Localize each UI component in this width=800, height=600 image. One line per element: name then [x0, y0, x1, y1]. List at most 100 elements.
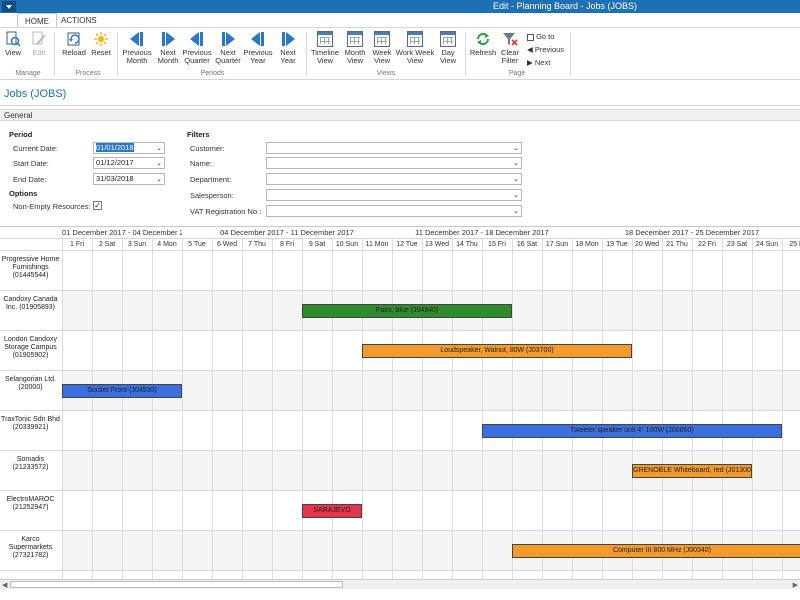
reset-label: Reset	[91, 48, 111, 57]
previous-month-icon	[129, 31, 145, 47]
previous-year-label: Previous Year	[243, 48, 273, 65]
chevron-down-icon[interactable]: ⌄	[513, 144, 519, 154]
day-header: 24 Sun	[755, 241, 779, 248]
section-general[interactable]: General	[0, 109, 800, 121]
refresh-icon	[475, 31, 491, 47]
day-header: 19 Tue	[606, 241, 628, 248]
work-week-view-button[interactable]: Work Week View	[395, 31, 435, 65]
start-date-field[interactable]: 01/12/2017 ⌄	[93, 157, 165, 169]
previous-quarter-button[interactable]: Previous Quarter	[181, 31, 213, 65]
non-empty-resources-checkbox[interactable]: ✓	[93, 201, 102, 210]
chevron-down-icon[interactable]: ⌄	[513, 159, 519, 169]
task-bar[interactable]: Socket Front (J04530)	[62, 384, 182, 398]
day-header: 20 Wed	[635, 241, 659, 248]
department-field[interactable]: ⌄	[266, 173, 522, 185]
next-year-button[interactable]: Next Year	[275, 31, 301, 65]
previous-button[interactable]: ◀ Previous	[527, 45, 564, 54]
go-to-button[interactable]: Go to	[527, 32, 554, 41]
scroll-left-icon[interactable]: ◀	[2, 581, 7, 589]
salesperson-field[interactable]: ⌄	[266, 189, 522, 201]
clear-filter-icon	[502, 31, 518, 47]
edit-icon	[31, 31, 47, 47]
week-view-label: Week View	[372, 48, 392, 65]
chevron-down-icon[interactable]: ⌄	[156, 144, 162, 154]
reset-button[interactable]: Reset	[90, 31, 112, 57]
chevron-down-icon[interactable]: ⌄	[513, 175, 519, 185]
current-date-field[interactable]: 01/01/2018 ⌄	[93, 142, 165, 154]
customer-field[interactable]: ⌄	[266, 142, 522, 154]
end-date-field[interactable]: 31/03/2018 ⌄	[93, 173, 165, 185]
day-view-label: Day View	[439, 48, 457, 65]
resource-label: London Candoxy Storage Campus (01905902)	[4, 336, 57, 359]
view-button[interactable]: View	[3, 31, 23, 57]
task-bar[interactable]: SARAJEVO	[302, 504, 362, 518]
timeline-view-icon	[317, 31, 333, 47]
next-quarter-label: Next Quarter	[215, 48, 241, 65]
resource-label: Karco Supermarkets (27321782)	[8, 536, 53, 559]
resource-label: Progressive Home Furnishings (01445544)	[1, 256, 60, 279]
week-view-button[interactable]: Week View	[369, 31, 395, 65]
chevron-down-icon[interactable]: ⌄	[513, 191, 519, 201]
chevron-down-icon[interactable]: ⌄	[513, 207, 519, 217]
end-date-value: 31/03/2018	[96, 174, 134, 183]
task-bar[interactable]: Paint, blue (J04840)	[302, 304, 512, 318]
ribbon-separator	[570, 32, 571, 76]
scrollbar-thumb[interactable]	[10, 581, 343, 588]
next-label: Next	[534, 58, 551, 67]
timeline-view-button[interactable]: Timeline View	[310, 31, 340, 65]
task-bar[interactable]: Tweeter speaker unit 4" 100W (J00860)	[482, 424, 782, 438]
day-header: 5 Tue	[188, 241, 206, 248]
task-bar[interactable]: GRENOBLE Whiteboard, red (J01300)	[632, 464, 752, 478]
view-label: View	[4, 48, 22, 57]
tab-home[interactable]: HOME	[17, 13, 57, 28]
month-view-button[interactable]: Month View	[341, 31, 369, 65]
next-quarter-button[interactable]: Next Quarter	[213, 31, 243, 65]
edit-button[interactable]: Edit	[29, 31, 49, 57]
resource-label: ElectroMAROC (21252947)	[6, 496, 55, 511]
day-view-icon	[440, 31, 456, 47]
previous-month-button[interactable]: Previous Month	[121, 31, 153, 65]
vat-registration-label: VAT Registration No.:	[190, 207, 262, 216]
day-header: 23 Sat	[726, 241, 748, 248]
day-header: 3 Sun	[127, 241, 147, 248]
resource-label: Selangorian Ltd. (20000)	[5, 376, 56, 391]
reload-button[interactable]: Reload	[61, 31, 87, 57]
salesperson-label: Salesperson:	[190, 191, 234, 200]
month-view-icon	[347, 31, 363, 47]
week-header: 11 December 2017 - 18 December 2017	[415, 228, 549, 237]
planning-board[interactable]: 01 December 2017 - 04 December 2017 04 De…	[0, 226, 800, 579]
chevron-down-icon[interactable]: ⌄	[156, 159, 162, 169]
ribbon-separator	[117, 32, 118, 76]
next-year-label: Next Year	[280, 48, 296, 65]
previous-year-button[interactable]: Previous Year	[243, 31, 273, 65]
next-button[interactable]: ▶ Next	[527, 58, 550, 67]
group-page-label: Page	[508, 70, 526, 77]
task-bar[interactable]: Loudspeaker, Walnut, 80W (J03700)	[362, 344, 632, 358]
non-empty-resources-label: Non-Empty Resources:	[13, 202, 91, 211]
vat-registration-field[interactable]: ⌄	[266, 205, 522, 217]
previous-quarter-icon	[189, 31, 205, 47]
horizontal-scrollbar[interactable]: ◀ ▶	[0, 579, 800, 589]
ribbon-tabs: HOME ACTIONS	[0, 13, 800, 28]
day-header: 14 Thu	[456, 241, 478, 248]
next-month-button[interactable]: Next Month	[154, 31, 182, 65]
day-header: 25 M	[789, 241, 800, 248]
name-label: Name:	[190, 159, 213, 168]
week-header: 01 December 2017 - 04 December 2017	[62, 228, 182, 237]
refresh-button[interactable]: Refresh	[469, 31, 497, 57]
day-header: 21 Thu	[666, 241, 688, 248]
day-header: 9 Sat	[308, 241, 326, 248]
task-bar[interactable]: Computer III 800 MHz (J00340)	[512, 544, 800, 558]
title-bar: Edit - Planning Board - Jobs (JOBS)	[0, 0, 800, 13]
period-header: Period	[9, 130, 33, 139]
chevron-down-icon[interactable]: ⌄	[156, 175, 162, 185]
day-header: 22 Fri	[698, 241, 716, 248]
tab-actions[interactable]: ACTIONS	[54, 13, 104, 28]
grid-row-line	[0, 370, 800, 371]
scroll-right-icon[interactable]: ▶	[793, 581, 798, 589]
group-process-label: Process	[75, 70, 101, 77]
name-field[interactable]: ⌄	[266, 157, 522, 169]
day-header: 16 Sat	[516, 241, 538, 248]
clear-filter-button[interactable]: Clear Filter	[498, 31, 522, 65]
day-view-button[interactable]: Day View	[436, 31, 460, 65]
